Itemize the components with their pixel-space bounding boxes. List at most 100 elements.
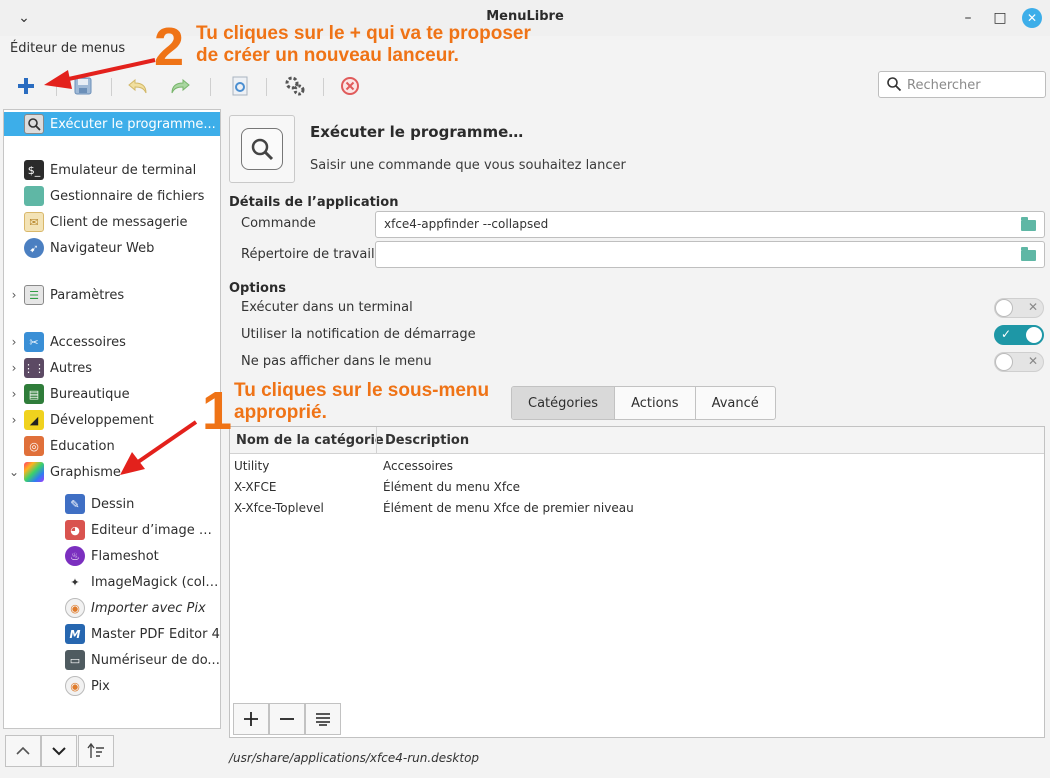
execute-icon[interactable] xyxy=(283,74,307,98)
category-description-cell: Accessoires xyxy=(383,459,454,473)
sidebar-item-label: Émulateur de terminal xyxy=(50,162,197,178)
toolbar-separator xyxy=(210,78,211,96)
sort-icon xyxy=(87,743,104,758)
toolbar-separator xyxy=(266,78,267,96)
toggle-knob xyxy=(995,353,1013,371)
expand-chevron-icon[interactable]: › xyxy=(8,361,20,375)
tab-actions[interactable]: Actions xyxy=(615,387,696,419)
sidebar-item-pix[interactable]: ◉ Pix xyxy=(4,674,220,698)
search-input[interactable] xyxy=(907,76,1041,94)
category-name-cell: X-XFCE xyxy=(234,480,277,494)
folder-icon[interactable] xyxy=(1021,217,1036,231)
annotation-step1-text-line1: Tu cliques sur le sous-menu xyxy=(234,380,490,401)
category-name-cell: X-Xfce-Toplevel xyxy=(234,501,324,515)
toggle-off-icon: ✕ xyxy=(1028,300,1039,314)
editor-tabs: Catégories Actions Avancé xyxy=(511,386,776,420)
master-pdf-icon: M xyxy=(65,624,85,644)
column-header-description[interactable]: Description xyxy=(385,433,469,448)
add-category-button[interactable] xyxy=(233,703,269,735)
details-heading: Détails de l’application xyxy=(229,195,399,210)
expand-chevron-icon[interactable]: › xyxy=(8,288,20,302)
sidebar-item-imagemagick[interactable]: ✦ ImageMagick (colo... xyxy=(4,570,220,594)
annotation-step1-text-line2: approprié. xyxy=(234,402,327,423)
delete-icon[interactable] xyxy=(338,74,362,98)
table-controls xyxy=(229,699,1045,738)
move-up-button[interactable] xyxy=(5,735,41,767)
sidebar-item-mail-client[interactable]: ✉ Client de messagerie xyxy=(4,210,220,234)
command-label: Commande xyxy=(241,216,316,231)
expand-chevron-icon[interactable]: › xyxy=(8,413,20,427)
annotation-step2-text-line1: Tu cliques sur le + qui va te proposer xyxy=(196,23,531,44)
development-icon: ◢ xyxy=(24,410,44,430)
nodisplay-option-label: Ne pas afficher dans le menu xyxy=(241,354,432,369)
revert-icon[interactable] xyxy=(228,74,252,98)
sidebar-item-label: Navigateur Web xyxy=(50,240,155,256)
toggle-on-icon: ✓ xyxy=(1001,327,1012,341)
nodisplay-toggle[interactable]: ✕ xyxy=(994,352,1044,372)
sidebar-item-label: Graphisme xyxy=(50,464,121,480)
sidebar-item-others[interactable]: › ⋮⋮ Autres xyxy=(4,356,220,380)
flameshot-icon: ♨ xyxy=(65,546,85,566)
app-comment[interactable]: Saisir une commande que vous souhaitez l… xyxy=(310,158,626,173)
toggle-knob xyxy=(1025,326,1043,344)
sidebar-item-web-browser[interactable]: ➹ Navigateur Web xyxy=(4,236,220,260)
folder-icon xyxy=(24,186,44,206)
app-icon-button[interactable] xyxy=(229,115,295,183)
expand-chevron-icon[interactable]: › xyxy=(8,387,20,401)
move-down-button[interactable] xyxy=(41,735,77,767)
category-description-cell: Élément de menu Xfce de premier niveau xyxy=(383,501,634,515)
sidebar-item-import-pix[interactable]: ◉ Importer avec Pix xyxy=(4,596,220,620)
collapse-chevron-icon[interactable]: ⌄ xyxy=(8,465,20,479)
maximize-button[interactable]: □ xyxy=(990,8,1010,28)
sidebar-item-label: Client de messagerie xyxy=(50,214,188,230)
table-row[interactable]: X-Xfce-Toplevel Élément de menu Xfce de … xyxy=(230,498,1044,519)
search-box[interactable] xyxy=(878,71,1046,98)
command-value[interactable]: xfce4-appfinder --collapsed xyxy=(384,217,548,231)
app-name[interactable]: Exécuter le programme… xyxy=(310,123,523,141)
sidebar-item-office[interactable]: › ▤ Bureautique xyxy=(4,382,220,406)
sidebar-item-settings[interactable]: › ☰ Paramètres xyxy=(4,283,220,307)
terminal-icon: $_ xyxy=(24,160,44,180)
annotation-step1-number: 1 xyxy=(202,381,233,441)
workdir-field[interactable] xyxy=(375,241,1045,268)
column-header-category-name[interactable]: Nom de la catégorie xyxy=(236,433,384,448)
clear-categories-button[interactable] xyxy=(305,703,341,735)
sort-button[interactable] xyxy=(78,735,114,767)
imagemagick-icon: ✦ xyxy=(65,572,85,592)
table-row[interactable]: X-XFCE Élément du menu Xfce xyxy=(230,477,1044,498)
graphics-icon xyxy=(24,462,44,482)
folder-icon[interactable] xyxy=(1021,247,1036,261)
tab-advanced[interactable]: Avancé xyxy=(696,387,775,419)
sidebar-item-flameshot[interactable]: ♨ Flameshot xyxy=(4,544,220,568)
minimize-button[interactable]: – xyxy=(958,8,978,28)
sidebar-item-label: Importer avec Pix xyxy=(91,600,206,616)
terminal-toggle[interactable]: ✕ xyxy=(994,298,1044,318)
redo-icon[interactable] xyxy=(168,74,192,98)
grid-icon: ⋮⋮ xyxy=(23,358,45,378)
sidebar-item-scanner[interactable]: ▭ Numériseur de do... xyxy=(4,648,220,672)
column-divider[interactable] xyxy=(376,427,377,453)
workdir-label: Répertoire de travail xyxy=(241,247,375,262)
expand-chevron-icon[interactable]: › xyxy=(8,335,20,349)
close-button[interactable]: ✕ xyxy=(1022,8,1042,28)
table-row[interactable]: Utility Accessoires xyxy=(230,456,1044,477)
settings-icon: ☰ xyxy=(24,285,44,305)
sidebar-item-dessin[interactable]: ✎ Dessin xyxy=(4,492,220,516)
categories-table: Nom de la catégorie Description Utility … xyxy=(229,426,1045,738)
sidebar-item-label: Bureautique xyxy=(50,386,130,402)
sidebar-item-label: Autres xyxy=(50,360,93,376)
sidebar-item-file-manager[interactable]: Gestionnaire de fichiers xyxy=(4,184,220,208)
annotation-arrow-to-add-icon xyxy=(44,58,156,89)
sidebar-item-master-pdf[interactable]: M Master PDF Editor 4 xyxy=(4,622,220,646)
sidebar-item-run-program[interactable]: Exécuter le programme... xyxy=(4,112,220,136)
minus-icon xyxy=(280,718,294,720)
chevron-down-icon xyxy=(52,747,66,756)
sidebar-item-gimp[interactable]: ◕ Éditeur d’image GI... xyxy=(4,518,220,542)
startup-toggle[interactable]: ✓ xyxy=(994,325,1044,345)
sidebar-item-accessories[interactable]: › ✂ Accessoires xyxy=(4,330,220,354)
remove-category-button[interactable] xyxy=(269,703,305,735)
command-field[interactable]: xfce4-appfinder --collapsed xyxy=(375,211,1045,238)
sidebar-item-terminal[interactable]: $_ Émulateur de terminal xyxy=(4,158,220,182)
education-icon: ◎ xyxy=(24,436,44,456)
tab-categories[interactable]: Catégories xyxy=(512,387,616,419)
